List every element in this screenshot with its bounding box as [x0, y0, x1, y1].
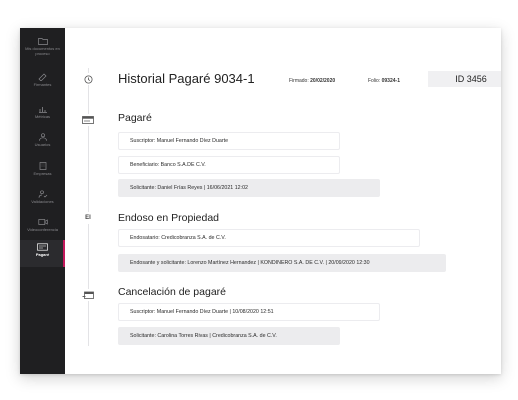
video-icon [36, 217, 50, 227]
signature-icon [36, 72, 50, 82]
building-icon [36, 161, 50, 171]
sidebar-item-label: Pagaré [35, 252, 50, 257]
field-suscriptor: Suscriptor: Manuel Fernando Díez Duarte [118, 132, 340, 150]
sidebar-item-pagare[interactable]: Pagaré [20, 240, 65, 267]
user-icon [36, 132, 50, 142]
folio: Folio: 09324-1 [368, 78, 400, 84]
id-badge: ID 3456 [428, 71, 501, 87]
section-title-cancelacion: Cancelación de pagaré [118, 286, 226, 298]
field-beneficiario: Beneficiario: Banco S.A.DE C.V. [118, 156, 340, 174]
timeline-line [88, 68, 89, 346]
promissory-note-icon [81, 114, 95, 126]
sidebar-item-label: Validaciones [31, 199, 54, 204]
section-title-pagare: Pagaré [118, 112, 152, 124]
main-content: Historial Pagaré 9034-1 Firmado: 20/02/2… [65, 28, 501, 374]
folder-icon [36, 36, 50, 46]
field-solicitante-cancelacion: Solicitante: Carolina Torres Rivas | Cre… [118, 327, 340, 345]
field-endosante: Endosante y solicitante: Lorenzo Martíne… [118, 254, 446, 272]
folio-label: Folio: [368, 78, 381, 84]
section-title-endoso: Endoso en Propiedad [118, 212, 219, 224]
sidebar-item-label: Empresas [33, 171, 52, 176]
sidebar-item-metricas[interactable]: Métricas [20, 104, 65, 132]
history-clock-icon [81, 73, 95, 85]
sidebar-item-empresas[interactable]: Empresas [20, 161, 65, 189]
person-check-icon [36, 189, 50, 199]
sidebar-item-label: Mis documentos en proceso [25, 46, 60, 56]
field-suscriptor-cancelacion: Suscriptor: Manuel Fernando Díez Duarte … [118, 303, 380, 321]
sidebar-item-label: Usuarios [34, 142, 51, 147]
endorsement-icon: EI [81, 212, 95, 224]
app-window: Mis documentos en proceso Firmantes Métr… [20, 28, 501, 374]
signed-date: Firmado: 20/02/2020 [289, 78, 335, 84]
sidebar: Mis documentos en proceso Firmantes Métr… [20, 28, 65, 374]
folio-value: 09324-1 [381, 78, 400, 84]
field-endosatario: Endosatario: Credicobranza S.A. de C.V. [118, 229, 420, 247]
sidebar-item-label: Firmantes [33, 82, 52, 87]
signed-label: Firmado: [289, 78, 309, 84]
cancel-note-icon [81, 289, 95, 301]
sidebar-item-firmantes[interactable]: Firmantes [20, 72, 65, 100]
field-solicitante: Solicitante: Daniel Frías Reyes | 16/06/… [118, 179, 380, 197]
sidebar-item-usuarios[interactable]: Usuarios [20, 132, 65, 160]
sidebar-item-label: Métricas [34, 114, 51, 119]
signed-value: 20/02/2020 [310, 78, 336, 84]
sidebar-item-label: Videoconferencia [27, 227, 58, 232]
sidebar-item-mis-documentos[interactable]: Mis documentos en proceso [20, 36, 65, 64]
promissory-note-icon [36, 242, 50, 252]
page-title: Historial Pagaré 9034-1 [118, 71, 255, 86]
sidebar-item-validaciones[interactable]: Validaciones [20, 189, 65, 217]
chart-icon [36, 104, 50, 114]
